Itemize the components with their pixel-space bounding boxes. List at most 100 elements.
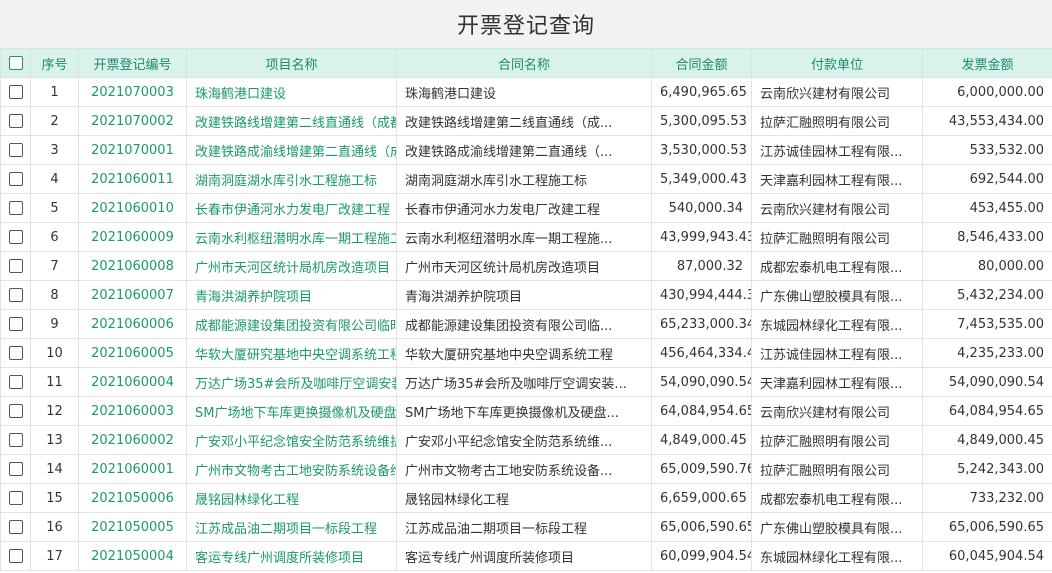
row-checkbox[interactable] <box>8 288 23 302</box>
table-row[interactable]: 11 2021060004 万达广场35#会所及咖啡厅空调安装 万达广场35#会所及咖… <box>0 367 1052 397</box>
table-row[interactable]: 8 2021060007 青海洪湖养护院项目 青海洪湖养护院项目 430,994,444… <box>0 280 1052 310</box>
table-row[interactable]: 9 2021060006 成都能源建设集团投资有限公司临时 成都能源建设集团投资有限公… <box>0 309 1052 339</box>
row-checkbox-cell[interactable] <box>0 454 31 484</box>
project-name[interactable]: 成都能源建设集团投资有限公司临时 <box>186 309 397 339</box>
col-header-code[interactable]: 开票登记编号 <box>78 48 187 78</box>
table-row[interactable]: 3 2021070001 改建铁路成渝线增建第二直通线（成 改建铁路成渝线增建第二直通… <box>0 135 1052 165</box>
table-row[interactable]: 5 2021060010 长春市伊通河水力发电厂改建工程 长春市伊通河水力发电厂改建工… <box>0 193 1052 223</box>
table-row[interactable]: 1 2021070003 珠海鹤港口建设 珠海鹤港口建设 6,490,965.65 云南欣… <box>0 77 1052 107</box>
row-checkbox-cell[interactable] <box>0 338 31 368</box>
project-name[interactable]: 晟铭园林绿化工程 <box>186 483 397 513</box>
project-name[interactable]: 江苏成品油二期项目一标段工程 <box>186 512 397 542</box>
project-name[interactable]: 华软大厦研究基地中央空调系统工程 <box>186 338 397 368</box>
row-checkbox-cell[interactable] <box>0 367 31 397</box>
invoice-grid: 序号 开票登记编号 项目名称 合同名称 合同金额 付款单位 发票金额 1 2021… <box>0 48 1052 573</box>
row-checkbox-cell[interactable] <box>0 425 31 455</box>
invoice-code[interactable]: 2021060001 <box>78 454 187 484</box>
invoice-code[interactable]: 2021060010 <box>78 193 187 223</box>
table-row[interactable]: 15 2021050006 晟铭园林绿化工程 晟铭园林绿化工程 6,659,000.65… <box>0 483 1052 513</box>
invoice-code[interactable]: 2021060008 <box>78 251 187 281</box>
project-name[interactable]: 广州市文物考古工地安防系统设备维 <box>186 454 397 484</box>
row-checkbox-cell[interactable] <box>0 106 31 136</box>
row-checkbox[interactable] <box>8 317 23 331</box>
invoice-code[interactable]: 2021070002 <box>78 106 187 136</box>
project-name[interactable]: SM广场地下车库更换摄像机及硬盘 <box>186 396 397 426</box>
row-checkbox-cell[interactable] <box>0 164 31 194</box>
row-checkbox[interactable] <box>8 346 23 360</box>
row-checkbox[interactable] <box>8 375 23 389</box>
invoice-code[interactable]: 2021070003 <box>78 77 187 107</box>
invoice-amount: 4,235,233.00 <box>922 338 1052 368</box>
payer-name: 云南欣兴建材有限公司 <box>751 193 923 223</box>
table-row[interactable]: 12 2021060003 SM广场地下车库更换摄像机及硬盘 SM广场地下车库更换摄像… <box>0 396 1052 426</box>
row-checkbox[interactable] <box>8 491 23 505</box>
row-checkbox[interactable] <box>8 433 23 447</box>
col-header-amount[interactable]: 合同金额 <box>651 48 752 78</box>
table-row[interactable]: 2 2021070002 改建铁路线增建第二线直通线（成都 改建铁路线增建第二线直通线… <box>0 106 1052 136</box>
col-header-invoice[interactable]: 发票金额 <box>922 48 1052 78</box>
invoice-code[interactable]: 2021050005 <box>78 512 187 542</box>
project-name[interactable]: 云南水利枢纽潜明水库一期工程施工 <box>186 222 397 252</box>
invoice-code[interactable]: 2021060004 <box>78 367 187 397</box>
table-row[interactable]: 4 2021060011 湖南洞庭湖水库引水工程施工标 湖南洞庭湖水库引水工程施工标 5… <box>0 164 1052 194</box>
invoice-amount: 5,432,234.00 <box>922 280 1052 310</box>
row-checkbox[interactable] <box>8 520 23 534</box>
project-name[interactable]: 改建铁路线增建第二线直通线（成都 <box>186 106 397 136</box>
project-name[interactable]: 湖南洞庭湖水库引水工程施工标 <box>186 164 397 194</box>
invoice-code[interactable]: 2021060006 <box>78 309 187 339</box>
row-checkbox[interactable] <box>8 172 23 186</box>
invoice-code[interactable]: 2021060011 <box>78 164 187 194</box>
invoice-code[interactable]: 2021050004 <box>78 541 187 571</box>
invoice-code[interactable]: 2021060007 <box>78 280 187 310</box>
row-checkbox[interactable] <box>8 230 23 244</box>
row-checkbox[interactable] <box>8 259 23 273</box>
row-checkbox-cell[interactable] <box>0 135 31 165</box>
table-row[interactable]: 10 2021060005 华软大厦研究基地中央空调系统工程 华软大厦研究基地中央空调… <box>0 338 1052 368</box>
row-checkbox-cell[interactable] <box>0 483 31 513</box>
project-name[interactable]: 客运专线广州调度所装修项目 <box>186 541 397 571</box>
row-checkbox-cell[interactable] <box>0 251 31 281</box>
project-name[interactable]: 珠海鹤港口建设 <box>186 77 397 107</box>
row-checkbox-cell[interactable] <box>0 309 31 339</box>
table-row[interactable]: 14 2021060001 广州市文物考古工地安防系统设备维 广州市文物考古工地安防系… <box>0 454 1052 484</box>
row-checkbox[interactable] <box>8 114 23 128</box>
project-name[interactable]: 长春市伊通河水力发电厂改建工程 <box>186 193 397 223</box>
table-row[interactable]: 16 2021050005 江苏成品油二期项目一标段工程 江苏成品油二期项目一标段工程… <box>0 512 1052 542</box>
row-number: 16 <box>30 512 79 542</box>
contract-name: SM广场地下车库更换摄像机及硬盘... <box>396 396 652 426</box>
project-name[interactable]: 改建铁路成渝线增建第二直通线（成 <box>186 135 397 165</box>
row-checkbox[interactable] <box>8 143 23 157</box>
select-all-checkbox[interactable] <box>8 56 23 70</box>
col-header-payer[interactable]: 付款单位 <box>751 48 923 78</box>
row-checkbox-cell[interactable] <box>0 512 31 542</box>
invoice-code[interactable]: 2021060009 <box>78 222 187 252</box>
project-name[interactable]: 广州市天河区统计局机房改造项目 <box>186 251 397 281</box>
invoice-code[interactable]: 2021060005 <box>78 338 187 368</box>
invoice-code[interactable]: 2021070001 <box>78 135 187 165</box>
row-checkbox-cell[interactable] <box>0 280 31 310</box>
row-checkbox[interactable] <box>8 404 23 418</box>
table-row[interactable]: 13 2021060002 广安邓小平纪念馆安全防范系统维护 广安邓小平纪念馆安全防范… <box>0 425 1052 455</box>
project-name[interactable]: 万达广场35#会所及咖啡厅空调安装 <box>186 367 397 397</box>
invoice-code[interactable]: 2021050006 <box>78 483 187 513</box>
invoice-code[interactable]: 2021060002 <box>78 425 187 455</box>
select-all-checkbox-cell[interactable] <box>0 48 31 78</box>
table-row[interactable]: 6 2021060009 云南水利枢纽潜明水库一期工程施工 云南水利枢纽潜明水库一期工… <box>0 222 1052 252</box>
row-checkbox[interactable] <box>8 85 23 99</box>
row-checkbox[interactable] <box>8 201 23 215</box>
row-checkbox-cell[interactable] <box>0 396 31 426</box>
col-header-no[interactable]: 序号 <box>30 48 79 78</box>
project-name[interactable]: 广安邓小平纪念馆安全防范系统维护 <box>186 425 397 455</box>
table-row[interactable]: 7 2021060008 广州市天河区统计局机房改造项目 广州市天河区统计局机房改造项… <box>0 251 1052 281</box>
col-header-project[interactable]: 项目名称 <box>186 48 397 78</box>
project-name[interactable]: 青海洪湖养护院项目 <box>186 280 397 310</box>
row-checkbox-cell[interactable] <box>0 193 31 223</box>
invoice-code[interactable]: 2021060003 <box>78 396 187 426</box>
row-checkbox-cell[interactable] <box>0 77 31 107</box>
row-checkbox-cell[interactable] <box>0 222 31 252</box>
table-row[interactable]: 17 2021050004 客运专线广州调度所装修项目 客运专线广州调度所装修项目 60… <box>0 541 1052 571</box>
row-checkbox-cell[interactable] <box>0 541 31 571</box>
row-checkbox[interactable] <box>8 462 23 476</box>
row-checkbox[interactable] <box>8 549 23 563</box>
col-header-contract[interactable]: 合同名称 <box>396 48 652 78</box>
